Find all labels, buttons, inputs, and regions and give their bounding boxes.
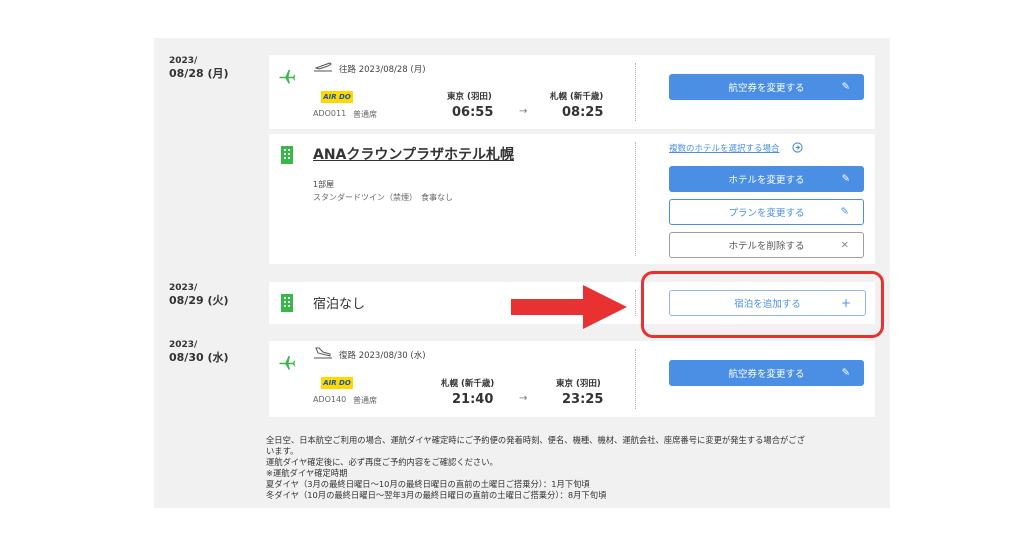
- outbound-label: 往路 2023/08/28 (月): [339, 65, 426, 75]
- return-label: 復路 2023/08/30 (水): [339, 351, 426, 361]
- no-stay-text: 宿泊なし: [313, 297, 366, 312]
- departure-airport: 東京 (羽田): [447, 92, 492, 102]
- divider: [635, 142, 636, 256]
- pencil-icon: ✎: [841, 81, 850, 93]
- divider: [635, 290, 636, 316]
- note-line: 夏ダイヤ（3月の最終日曜日～10月の最終日曜日の直前の土曜日ご搭乗分）：1月下旬…: [266, 479, 590, 489]
- notes-block: 全日空、日本航空ご利用の場合、運航ダイヤ確定時にご予約便の発着時刻、便名、機種、…: [266, 435, 866, 501]
- airplane-icon: [279, 70, 296, 84]
- change-return-ticket-button[interactable]: 航空券を変更する ✎: [669, 360, 864, 386]
- pencil-icon: ✎: [841, 367, 850, 379]
- hotel-name-link[interactable]: ANAクラウンプラザホテル札幌: [313, 144, 514, 164]
- pencil-icon: ✎: [841, 173, 850, 185]
- delete-hotel-button[interactable]: ホテルを削除する ×: [669, 232, 864, 258]
- highlight-box: [641, 271, 884, 338]
- arrival-time: 08:25: [562, 105, 604, 120]
- day-3-date: 2023/ 08/30 (水): [169, 340, 229, 364]
- seat-class: 普通席: [353, 396, 377, 405]
- multi-hotel-link[interactable]: 複数のホテルを選択する場合: [669, 142, 780, 154]
- divider: [635, 63, 636, 121]
- flight-number: ADO140: [313, 395, 347, 404]
- room-count: 1部屋: [313, 180, 335, 189]
- change-hotel-button[interactable]: ホテルを変更する ✎: [669, 166, 864, 192]
- divider: [635, 349, 636, 409]
- arrival-airport: 東京 (羽田): [556, 379, 601, 389]
- circle-arrow-icon[interactable]: [792, 142, 803, 153]
- pencil-icon: ✎: [840, 206, 849, 218]
- seat-class: 普通席: [353, 110, 377, 119]
- room-detail: スタンダードツイン（禁煙） 食事なし: [313, 193, 453, 202]
- airplane-icon: [279, 356, 296, 370]
- route-arrow: →: [519, 106, 528, 117]
- change-outbound-ticket-button[interactable]: 航空券を変更する ✎: [669, 74, 864, 100]
- change-plan-button[interactable]: プランを変更する ✎: [669, 199, 864, 225]
- red-arrow-annotation: [511, 285, 627, 329]
- flight-number: ADO011: [313, 109, 347, 118]
- close-icon: ×: [840, 239, 849, 251]
- route-arrow: →: [519, 393, 528, 404]
- departure-time: 06:55: [452, 105, 494, 120]
- departure-time: 21:40: [452, 392, 494, 407]
- airdo-logo: AIR DO: [321, 91, 353, 103]
- note-line: 運航ダイヤ確定後に、必ず再度ご予約内容をご確認ください。: [266, 457, 498, 467]
- arrival-time: 23:25: [562, 392, 604, 407]
- takeoff-icon: [314, 62, 332, 72]
- day-1-date: 2023/ 08/28 (月): [169, 56, 229, 80]
- arrival-airport: 札幌 (新千歳): [550, 92, 604, 102]
- landing-icon: [314, 347, 332, 359]
- airdo-logo: AIR DO: [321, 377, 353, 389]
- note-line: います。: [266, 446, 299, 456]
- hotel-building-icon: [281, 294, 293, 312]
- day-2-date: 2023/ 08/29 (火): [169, 283, 229, 307]
- departure-airport: 札幌 (新千歳): [441, 379, 495, 389]
- hotel-building-icon: [281, 146, 293, 164]
- note-line: 全日空、日本航空ご利用の場合、運航ダイヤ確定時にご予約便の発着時刻、便名、機種、…: [266, 435, 805, 445]
- note-line: ※運航ダイヤ確定時期: [266, 468, 348, 478]
- note-line: 冬ダイヤ（10月の最終日曜日～翌年3月の最終日曜日の直前の土曜日ご搭乗分）：8月…: [266, 490, 607, 500]
